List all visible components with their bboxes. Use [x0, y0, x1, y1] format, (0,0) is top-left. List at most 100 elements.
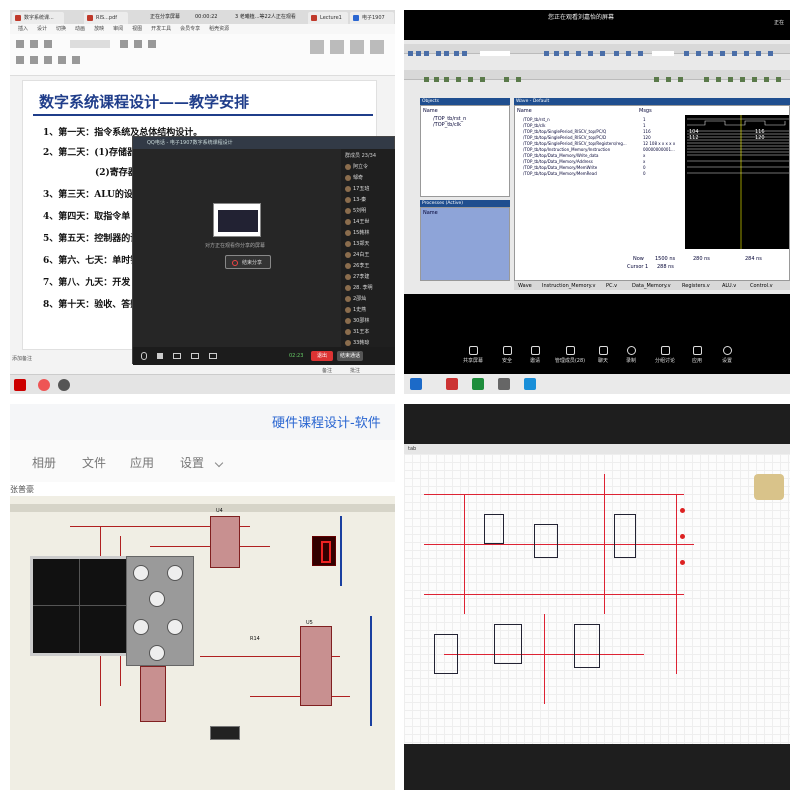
member-item[interactable]: 2邵灿 [345, 295, 366, 302]
app-icon[interactable] [524, 378, 536, 390]
speaker-icon[interactable] [157, 353, 163, 359]
app-icon[interactable] [446, 378, 458, 390]
signal-name[interactable]: /TOP_tb/top/SinglePeriod_RISCV_top/PC/Q [523, 129, 606, 134]
member-item[interactable]: 17五班 [345, 185, 369, 192]
member-item[interactable]: 15韩林 [345, 229, 369, 236]
oscilloscope-screen[interactable] [30, 556, 130, 656]
knob[interactable] [133, 565, 149, 581]
ribbon-item[interactable]: 插入 [18, 26, 28, 32]
waveform-canvas[interactable]: 104 112 116 120 [685, 115, 789, 249]
knob[interactable] [167, 619, 183, 635]
ribbon-item[interactable]: 视图 [132, 26, 142, 32]
file-tab[interactable]: PC.v [606, 283, 617, 289]
share-screen-button[interactable]: 共享屏幕 [456, 346, 490, 364]
nav-album[interactable]: 相册 [32, 454, 56, 471]
schematic-sheet[interactable] [404, 454, 790, 744]
knob[interactable] [133, 619, 149, 635]
tab-pdf[interactable]: RIS...pdf [84, 12, 128, 24]
screen-share-icon[interactable] [191, 353, 199, 359]
knob[interactable] [167, 565, 183, 581]
knob[interactable] [149, 591, 165, 607]
toolbar-icons[interactable] [10, 34, 395, 76]
ic-chip[interactable] [140, 666, 166, 722]
camera-icon[interactable] [173, 353, 181, 359]
signal-name[interactable]: /TOP_tb/top/Data_Memory/MemRead [523, 171, 597, 176]
member-item[interactable]: 31王本 [345, 328, 369, 335]
file-tab[interactable]: Registers.v [682, 283, 710, 289]
member-item[interactable]: 阿立令 [345, 163, 368, 170]
record-button[interactable]: 录制 [614, 346, 648, 364]
logic-block[interactable] [614, 514, 636, 558]
file-tab[interactable]: Instruction_Memory.v [542, 283, 595, 289]
signal-name[interactable]: /TOP_tb/top/Data_Memory/Write_data [523, 153, 598, 158]
file-tab[interactable]: ALU.v [722, 283, 736, 289]
signal-name[interactable]: /TOP_tb/top/Data_Memory/MemWrite [523, 165, 597, 170]
logic-block[interactable] [434, 634, 458, 674]
invite-button[interactable]: 邀请 [518, 346, 552, 364]
ic-chip[interactable] [210, 516, 240, 568]
app-icon[interactable] [14, 379, 26, 391]
signal-name[interactable]: /TOP_tb/clk [523, 123, 545, 128]
ribbon-item[interactable]: 稻壳资源 [209, 26, 229, 32]
apps-button[interactable]: 应用 [680, 346, 714, 364]
signal-name[interactable]: /TOP_tb/top/Data_Memory/Address [523, 159, 593, 164]
member-item[interactable]: 13郑天 [345, 240, 369, 247]
manage-members-button[interactable]: 管理成员(28) [550, 346, 590, 364]
member-item[interactable]: 27李建 [345, 273, 369, 280]
nav-settings[interactable]: 设置 [180, 454, 204, 471]
signal-name[interactable]: /TOP_tb/top/Instruction_Memory/Instructi… [523, 147, 610, 152]
logic-block[interactable] [484, 514, 504, 544]
member-item[interactable]: 1史燕 [345, 306, 366, 313]
app-icon[interactable] [472, 378, 484, 390]
signal-name[interactable]: /TOP_tb/rst_n [523, 117, 550, 122]
ribbon-item[interactable]: 切换 [56, 26, 66, 32]
ribbon-item[interactable]: 放映 [94, 26, 104, 32]
schematic-canvas[interactable]: R14 U5 U4 U6 [10, 496, 395, 790]
tab-lecture[interactable]: Lecture1 [308, 12, 348, 24]
end-call-button[interactable]: 结束通话 [337, 351, 363, 361]
chevron-down-icon[interactable] [214, 458, 224, 468]
member-item[interactable]: 24白王 [345, 251, 369, 258]
ribbon-item[interactable]: 动画 [75, 26, 85, 32]
member-item[interactable]: 30邵林 [345, 317, 369, 324]
file-tab[interactable]: Data_Memory.v [632, 283, 671, 289]
whiteboard-icon[interactable] [209, 353, 217, 359]
microphone-icon[interactable] [141, 352, 147, 360]
stop-share-button[interactable]: 结束分享 [225, 255, 271, 269]
logic-block[interactable] [494, 624, 522, 664]
settings-button[interactable]: 设置 [710, 346, 744, 364]
logic-block[interactable] [534, 524, 558, 558]
ribbon-item[interactable]: 会员专享 [180, 26, 200, 32]
exit-button[interactable]: 退出 [311, 351, 333, 361]
toolbar-icons[interactable] [404, 75, 790, 85]
app-icon[interactable] [58, 379, 70, 391]
ribbon-item[interactable]: 开发工具 [151, 26, 171, 32]
breakout-button[interactable]: 分组讨论 [648, 346, 682, 364]
member-item[interactable]: 邹奇 [345, 174, 363, 181]
member-item[interactable]: 26李王 [345, 262, 369, 269]
notes-hint[interactable]: 添加备注 [12, 356, 32, 362]
app-icon[interactable] [410, 378, 422, 390]
app-icon[interactable] [498, 378, 510, 390]
member-item[interactable]: 5刘明 [345, 207, 366, 214]
member-item[interactable]: 33韩琼 [345, 339, 369, 346]
tab-class[interactable]: 电子1907 [350, 12, 394, 24]
knob[interactable] [149, 645, 165, 661]
nav-apps[interactable]: 应用 [130, 454, 154, 471]
ic-chip[interactable] [300, 626, 332, 706]
logic-block[interactable] [574, 624, 600, 668]
signal-name[interactable]: /TOP_tb/top/SinglePeriod_RISCV_top/PC/D [523, 135, 606, 140]
app-icon[interactable] [38, 379, 50, 391]
member-item[interactable]: 28. 李明 [345, 284, 373, 291]
nav-files[interactable]: 文件 [82, 454, 106, 471]
ribbon-item[interactable]: 审阅 [113, 26, 123, 32]
member-item[interactable]: 13-秦 [345, 196, 366, 203]
member-item[interactable]: 14王世 [345, 218, 369, 225]
ribbon-item[interactable]: 设计 [37, 26, 47, 32]
file-tab[interactable]: Wave [518, 283, 532, 289]
file-tab[interactable]: Control.v [750, 283, 773, 289]
signal-name[interactable]: /TOP_tb/top/SinglePeriod_RISCV_top/Regis… [523, 141, 627, 146]
toolbar-icons[interactable] [404, 49, 790, 59]
tab-slides[interactable]: 数字系统课... [12, 12, 64, 24]
object-item[interactable]: /TOP_tb/clk [433, 122, 461, 128]
